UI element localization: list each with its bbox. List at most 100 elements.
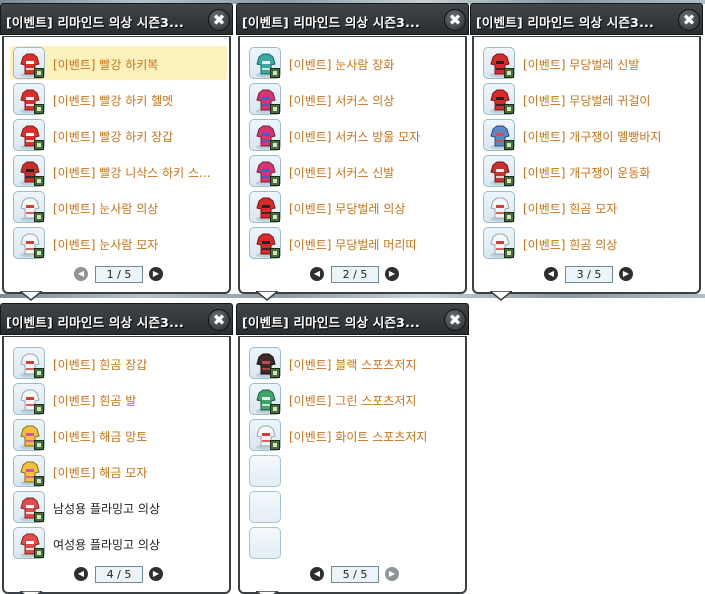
flamingo-outfit-male-icon[interactable] bbox=[13, 491, 45, 523]
snowman-hat-icon[interactable] bbox=[13, 227, 45, 259]
next-page-button[interactable]: ▶ bbox=[149, 267, 163, 281]
item-list-body: [이벤트] 블랙 스포츠저지 [이벤트] 그린 스포츠저지 [이벤트] 화이트 스포… bbox=[238, 336, 467, 594]
list-item[interactable]: [이벤트] 빨강 하키 장갑 bbox=[10, 118, 227, 152]
speech-tail bbox=[487, 286, 515, 301]
list-item[interactable]: [이벤트] 무당벌레 신발 bbox=[480, 46, 697, 80]
overalls-icon[interactable] bbox=[483, 119, 515, 151]
polar-bear-gloves-icon[interactable] bbox=[13, 347, 45, 379]
circus-bell-hat-icon[interactable] bbox=[249, 119, 281, 151]
cash-item-badge-icon bbox=[34, 368, 44, 378]
next-page-button[interactable]: ▶ bbox=[619, 267, 633, 281]
polar-bear-feet-icon[interactable] bbox=[13, 383, 45, 415]
list-item[interactable]: [이벤트] 개구쟁이 운동화 bbox=[480, 154, 697, 188]
list-item[interactable]: 여성용 플라밍고 의상 bbox=[10, 526, 227, 560]
list-item[interactable]: [이벤트] 빨강 니삭스 하키 스... bbox=[10, 154, 227, 188]
red-hockey-jersey-icon[interactable] bbox=[13, 47, 45, 79]
window-titlebar[interactable]: [이벤트] 리마인드 의상 시즌3... ✖ bbox=[0, 303, 233, 335]
sneakers-icon[interactable] bbox=[483, 155, 515, 187]
pagination: ◀ 2 / 5 ▶ bbox=[240, 265, 469, 285]
item-name: [이벤트] 서커스 의상 bbox=[289, 94, 395, 108]
close-button[interactable]: ✖ bbox=[444, 309, 466, 331]
prev-page-button[interactable]: ◀ bbox=[74, 567, 88, 581]
red-hockey-skates-icon[interactable] bbox=[13, 155, 45, 187]
close-button[interactable]: ✖ bbox=[208, 309, 230, 331]
window-titlebar[interactable]: [이벤트] 리마인드 의상 시즌3... ✖ bbox=[470, 3, 703, 35]
black-sports-jersey-icon[interactable] bbox=[249, 347, 281, 379]
next-page-button[interactable]: ▶ bbox=[149, 567, 163, 581]
prev-page-button[interactable]: ◀ bbox=[74, 267, 88, 281]
ladybug-headband-icon[interactable] bbox=[249, 227, 281, 259]
list-item[interactable]: [이벤트] 흰곰 모자 bbox=[480, 190, 697, 224]
list-item[interactable]: [이벤트] 서커스 방울 모자 bbox=[246, 118, 463, 152]
flamingo-outfit-female-icon[interactable] bbox=[13, 527, 45, 559]
empty-slot-row bbox=[246, 490, 463, 524]
game-background-strip bbox=[0, 294, 705, 298]
item-name: [이벤트] 눈사람 모자 bbox=[53, 238, 159, 252]
list-item[interactable]: [이벤트] 서커스 의상 bbox=[246, 82, 463, 116]
cash-item-badge-icon bbox=[34, 476, 44, 486]
ladybug-outfit-icon[interactable] bbox=[249, 191, 281, 223]
item-name: [이벤트] 눈사람 의상 bbox=[53, 202, 159, 216]
ladybug-shoes-icon[interactable] bbox=[483, 47, 515, 79]
list-item[interactable]: [이벤트] 눈사람 장화 bbox=[246, 46, 463, 80]
cash-item-badge-icon bbox=[34, 512, 44, 522]
list-item[interactable]: [이벤트] 무당벌레 귀걸이 bbox=[480, 82, 697, 116]
cash-item-badge-icon bbox=[270, 176, 280, 186]
list-item[interactable]: [이벤트] 흰곰 의상 bbox=[480, 226, 697, 260]
close-button[interactable]: ✖ bbox=[444, 9, 466, 31]
list-item[interactable]: [이벤트] 무당벌레 의상 bbox=[246, 190, 463, 224]
window-titlebar[interactable]: [이벤트] 리마인드 의상 시즌3... ✖ bbox=[236, 303, 469, 335]
item-list-window: [이벤트] 리마인드 의상 시즌3... ✖ [이벤트] 눈사람 장화 [이벤트] 서… bbox=[236, 0, 469, 301]
list-item[interactable]: [이벤트] 개구쟁이 멜빵바지 bbox=[480, 118, 697, 152]
list-item[interactable]: [이벤트] 흰곰 장갑 bbox=[10, 346, 227, 380]
cash-item-badge-icon bbox=[504, 104, 514, 114]
close-button[interactable]: ✖ bbox=[208, 9, 230, 31]
haegeum-hat-icon[interactable] bbox=[13, 455, 45, 487]
haegeum-cape-icon[interactable] bbox=[13, 419, 45, 451]
green-sports-jersey-icon[interactable] bbox=[249, 383, 281, 415]
list-item[interactable]: [이벤트] 눈사람 모자 bbox=[10, 226, 227, 260]
prev-page-button[interactable]: ◀ bbox=[544, 267, 558, 281]
list-item[interactable]: [이벤트] 무당벌레 머리띠 bbox=[246, 226, 463, 260]
white-sports-jersey-icon[interactable] bbox=[249, 419, 281, 451]
window-titlebar[interactable]: [이벤트] 리마인드 의상 시즌3... ✖ bbox=[236, 3, 469, 35]
red-hockey-gloves-icon[interactable] bbox=[13, 119, 45, 151]
window-titlebar[interactable]: [이벤트] 리마인드 의상 시즌3... ✖ bbox=[0, 3, 233, 35]
snowman-boots-icon[interactable] bbox=[249, 47, 281, 79]
red-hockey-helmet-icon[interactable] bbox=[13, 83, 45, 115]
list-item[interactable]: [이벤트] 흰곰 발 bbox=[10, 382, 227, 416]
snowman-outfit-icon[interactable] bbox=[13, 191, 45, 223]
close-button[interactable]: ✖ bbox=[678, 9, 700, 31]
list-item[interactable]: [이벤트] 서커스 신발 bbox=[246, 154, 463, 188]
close-icon: ✖ bbox=[448, 11, 462, 29]
polar-bear-outfit-icon[interactable] bbox=[483, 227, 515, 259]
list-item[interactable]: [이벤트] 해금 모자 bbox=[10, 454, 227, 488]
polar-bear-hat-icon[interactable] bbox=[483, 191, 515, 223]
prev-page-button[interactable]: ◀ bbox=[310, 567, 324, 581]
item-name: [이벤트] 블랙 스포츠저지 bbox=[289, 358, 417, 372]
item-name: [이벤트] 무당벌레 신발 bbox=[523, 58, 640, 72]
list-item[interactable]: [이벤트] 빨강 하키복 bbox=[10, 46, 227, 80]
prev-page-button[interactable]: ◀ bbox=[310, 267, 324, 281]
list-item[interactable]: [이벤트] 블랙 스포츠저지 bbox=[246, 346, 463, 380]
list-item[interactable]: [이벤트] 해금 망토 bbox=[10, 418, 227, 452]
item-name: [이벤트] 빨강 하키복 bbox=[53, 58, 159, 72]
list-item[interactable]: [이벤트] 빨강 하키 헬멧 bbox=[10, 82, 227, 116]
page-indicator: 3 / 5 bbox=[565, 266, 613, 283]
cash-item-badge-icon bbox=[504, 140, 514, 150]
chevron-right-icon: ▶ bbox=[388, 569, 396, 578]
next-page-button[interactable]: ▶ bbox=[385, 567, 399, 581]
next-page-button[interactable]: ▶ bbox=[385, 267, 399, 281]
circus-outfit-icon[interactable] bbox=[249, 83, 281, 115]
list-item[interactable]: [이벤트] 그린 스포츠저지 bbox=[246, 382, 463, 416]
chevron-left-icon: ◀ bbox=[547, 269, 555, 278]
ladybug-earrings-icon[interactable] bbox=[483, 83, 515, 115]
empty-slot-icon bbox=[249, 455, 281, 487]
list-item[interactable]: [이벤트] 눈사람 의상 bbox=[10, 190, 227, 224]
pagination: ◀ 3 / 5 ▶ bbox=[474, 265, 703, 285]
list-item[interactable]: [이벤트] 화이트 스포츠저지 bbox=[246, 418, 463, 452]
list-item[interactable]: 남성용 플라밍고 의상 bbox=[10, 490, 227, 524]
chevron-right-icon: ▶ bbox=[152, 569, 160, 578]
cash-item-badge-icon bbox=[34, 548, 44, 558]
circus-shoes-icon[interactable] bbox=[249, 155, 281, 187]
